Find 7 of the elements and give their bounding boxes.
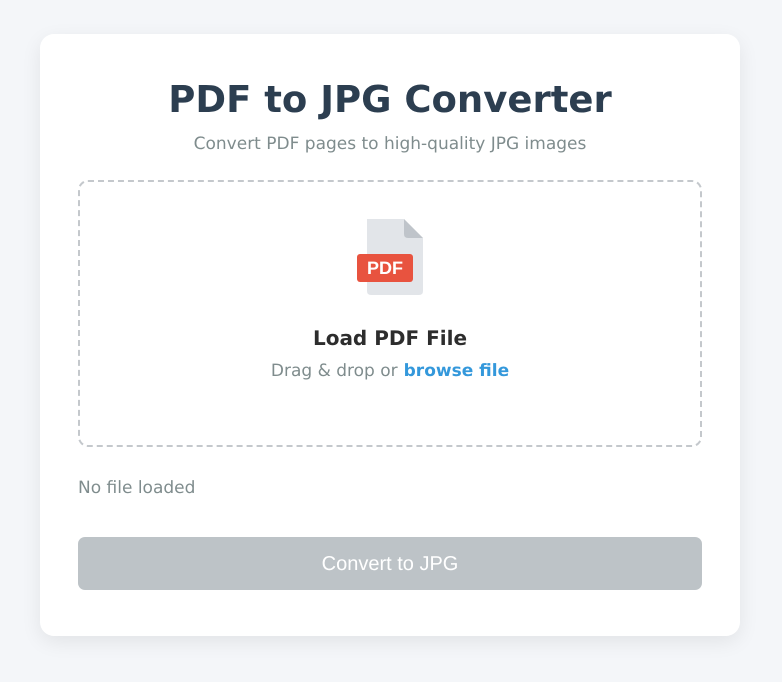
file-status: No file loaded bbox=[78, 477, 196, 500]
browse-file-link[interactable]: browse file bbox=[404, 357, 510, 385]
drop-zone-heading: Load PDF File bbox=[312, 325, 468, 352]
subtitle: Convert PDF pages to high-quality JPG images bbox=[194, 133, 586, 156]
drop-prompt: Drag & drop or bbox=[270, 360, 398, 383]
page-title: PDF to JPG Converter bbox=[168, 77, 612, 123]
drop-zone[interactable]: PDF Load PDF File Drag & drop or browse file bbox=[78, 180, 702, 447]
